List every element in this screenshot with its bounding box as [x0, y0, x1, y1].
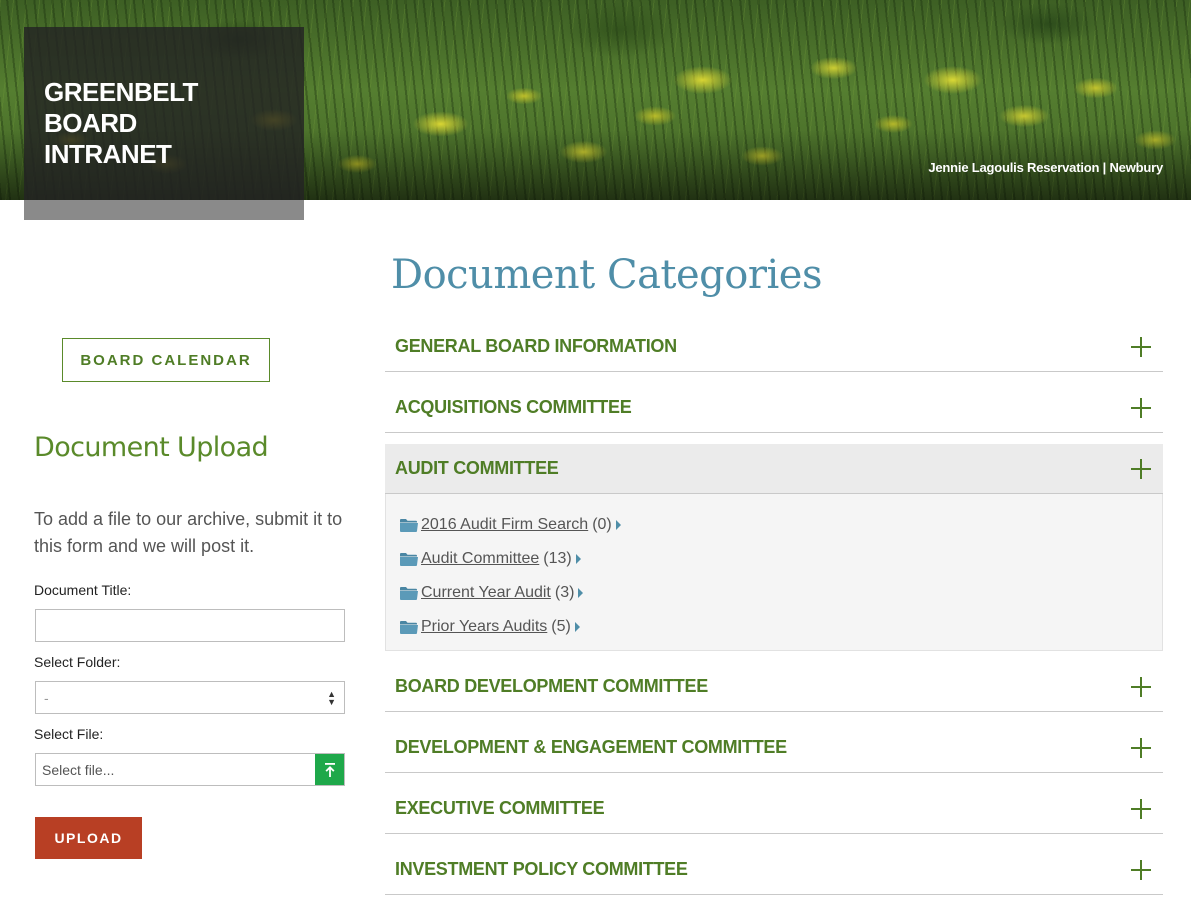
- category-audit-committee[interactable]: AUDIT COMMITTEE: [385, 444, 1163, 494]
- category-investment-policy-committee[interactable]: INVESTMENT POLICY COMMITTEE: [385, 845, 1163, 895]
- category-general-board-information[interactable]: GENERAL BOARD INFORMATION: [385, 322, 1163, 372]
- folder-count: (0): [592, 516, 612, 533]
- folder-icon: [400, 587, 418, 600]
- folder-link[interactable]: Audit Committee: [421, 550, 539, 568]
- site-title[interactable]: GREENBELT BOARD INTRANET: [44, 77, 264, 170]
- plus-icon[interactable]: [1131, 676, 1151, 697]
- folder-item: Audit Committee (13): [400, 542, 1148, 576]
- category-label: ACQUISITIONS COMMITTEE: [395, 397, 632, 417]
- audit-committee-folders: 2016 Audit Firm Search (0) Audit Committ…: [385, 494, 1163, 651]
- category-label: EXECUTIVE COMMITTEE: [395, 798, 605, 818]
- select-file-label: Select File:: [34, 726, 104, 742]
- category-accordion: GENERAL BOARD INFORMATION ACQUISITIONS C…: [385, 322, 1163, 906]
- folder-select-value: -: [44, 689, 49, 706]
- plus-icon[interactable]: [1131, 397, 1151, 418]
- file-browse-button[interactable]: [315, 754, 344, 785]
- category-acquisitions-committee[interactable]: ACQUISITIONS COMMITTEE: [385, 383, 1163, 433]
- plus-icon[interactable]: [1131, 458, 1151, 479]
- caret-right-icon[interactable]: [574, 622, 580, 632]
- category-label: GENERAL BOARD INFORMATION: [395, 336, 677, 356]
- folder-link[interactable]: Prior Years Audits: [421, 618, 547, 636]
- board-calendar-button[interactable]: BOARD CALENDAR: [62, 338, 270, 382]
- upload-button[interactable]: UPLOAD: [35, 817, 142, 859]
- document-title-label: Document Title:: [34, 582, 132, 598]
- caret-right-icon[interactable]: [578, 588, 584, 598]
- category-label: DEVELOPMENT & ENGAGEMENT COMMITTEE: [395, 737, 787, 757]
- select-folder-label: Select Folder:: [34, 654, 121, 670]
- folder-icon: [400, 553, 418, 566]
- folder-icon: [400, 519, 418, 532]
- folder-item: Prior Years Audits (5): [400, 610, 1148, 644]
- plus-icon[interactable]: [1131, 737, 1151, 758]
- caret-right-icon[interactable]: [575, 554, 581, 564]
- plus-icon[interactable]: [1131, 859, 1151, 880]
- caret-right-icon[interactable]: [615, 520, 621, 530]
- file-picker[interactable]: Select file...: [35, 753, 345, 786]
- folder-count: (3): [554, 584, 575, 601]
- folder-icon: [400, 621, 418, 634]
- brand-box: GREENBELT BOARD INTRANET: [24, 27, 304, 220]
- select-arrows-icon: ▲ ▼: [327, 688, 336, 707]
- page-title: Document Categories: [391, 252, 822, 298]
- folder-select[interactable]: - ▲ ▼: [35, 681, 345, 714]
- document-title-input[interactable]: [35, 609, 345, 642]
- upload-arrow-icon: [324, 762, 335, 777]
- category-executive-committee[interactable]: EXECUTIVE COMMITTEE: [385, 784, 1163, 834]
- folder-item: Current Year Audit (3): [400, 576, 1148, 610]
- upload-heading: Document Upload: [34, 432, 269, 463]
- upload-description: To add a file to our archive, submit it …: [34, 509, 343, 556]
- plus-icon[interactable]: [1131, 798, 1151, 819]
- folder-count: (5): [551, 618, 571, 635]
- category-development-engagement-committee[interactable]: DEVELOPMENT & ENGAGEMENT COMMITTEE: [385, 723, 1163, 773]
- category-label: INVESTMENT POLICY COMMITTEE: [395, 859, 688, 879]
- folder-item: 2016 Audit Firm Search (0): [400, 508, 1148, 542]
- photo-credit: Jennie Lagoulis Reservation | Newbury: [928, 160, 1163, 175]
- folder-link[interactable]: 2016 Audit Firm Search: [421, 516, 588, 534]
- plus-icon[interactable]: [1131, 336, 1151, 357]
- folder-link[interactable]: Current Year Audit: [421, 584, 551, 602]
- file-placeholder: Select file...: [42, 761, 115, 778]
- category-label: AUDIT COMMITTEE: [395, 458, 559, 478]
- folder-count: (13): [543, 550, 572, 567]
- category-board-development-committee[interactable]: BOARD DEVELOPMENT COMMITTEE: [385, 662, 1163, 712]
- category-label: BOARD DEVELOPMENT COMMITTEE: [395, 676, 708, 696]
